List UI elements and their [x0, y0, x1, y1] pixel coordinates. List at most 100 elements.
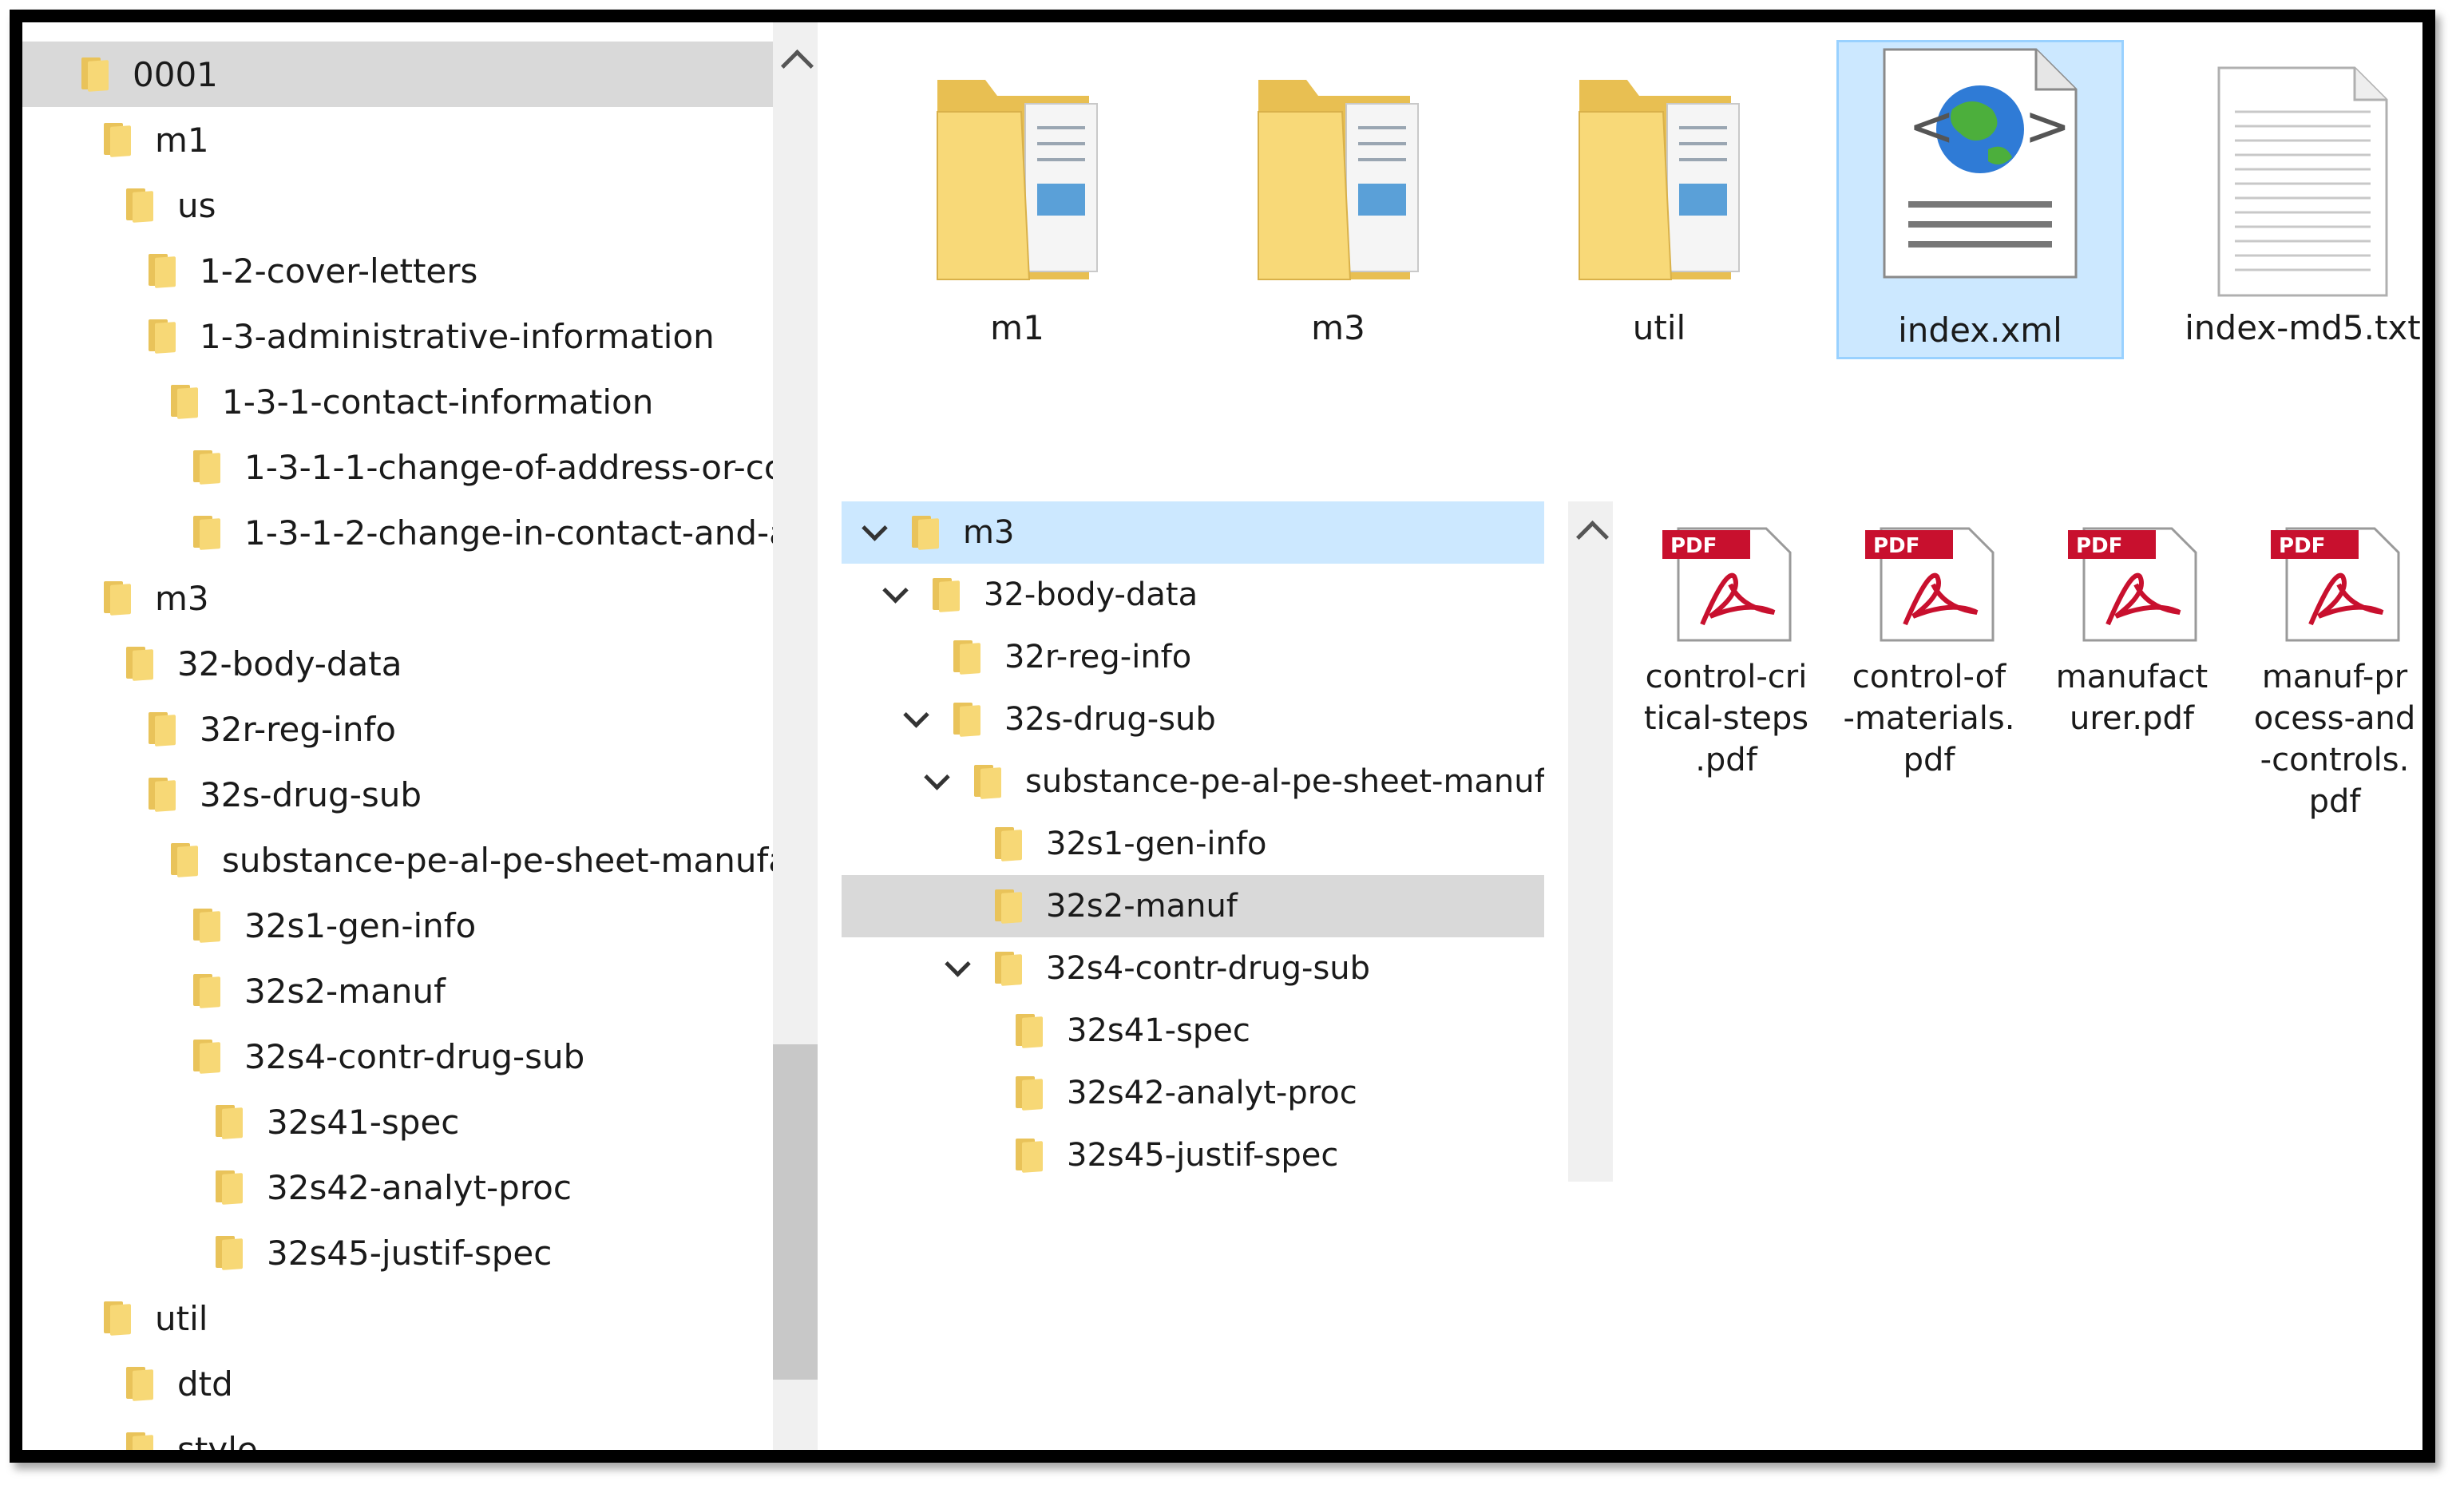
tree-item-administrative-information[interactable]: 1-3-administrative-information — [22, 303, 715, 369]
file-item-manuf-process-and-controls-pdf[interactable]: PDF manuf-pr ocess-and -controls. pdf — [2239, 521, 2422, 840]
folder-icon — [169, 843, 201, 877]
chevron-down-icon[interactable] — [882, 577, 909, 604]
mid-tree-item-32s42-analyt-proc[interactable]: 32s42-analyt-proc — [842, 1062, 1544, 1124]
folder-icon — [931, 578, 963, 612]
tree-item-label: 32s2-manuf — [1046, 888, 1238, 925]
file-item-label: index.xml — [1898, 311, 2062, 350]
folder-icon — [102, 123, 134, 156]
file-item-control-critical-steps-pdf[interactable]: PDF control-cri tical-steps .pdf — [1630, 521, 1822, 840]
xml-globe-file-icon: < > — [1883, 48, 2078, 279]
folder-icon — [192, 974, 224, 1008]
mid-tree-item-m3[interactable]: m3 — [842, 501, 1544, 564]
tree-item-us[interactable]: us — [22, 172, 216, 238]
tree-item-32s41-spec[interactable]: 32s41-spec — [22, 1089, 459, 1154]
file-item-m3[interactable]: m3 — [1194, 40, 1482, 359]
file-item-manufacturer-pdf[interactable]: PDF manufact urer.pdf — [2036, 521, 2228, 840]
tree-item-label: 32s1-gen-info — [1046, 826, 1267, 862]
file-item-label: control-cri tical-steps .pdf — [1643, 659, 1809, 778]
mid-tree-item-32s4-contr-drug-sub[interactable]: 32s4-contr-drug-sub — [842, 937, 1544, 1000]
tree-item-32s42-analyt-proc[interactable]: 32s42-analyt-proc — [22, 1154, 572, 1220]
folder-icon — [147, 319, 179, 353]
mid-tree-item-32s-drug-sub[interactable]: 32s-drug-sub — [842, 688, 1544, 750]
file-item-label: m3 — [1311, 308, 1365, 347]
folder-with-documents-icon — [1579, 80, 1740, 280]
chevron-down-icon[interactable] — [924, 764, 950, 790]
pdf-file-icon: PDF — [1662, 527, 1792, 642]
tree-item-m1[interactable]: m1 — [22, 107, 209, 172]
folder-icon — [993, 889, 1025, 923]
tree-item-32s-drug-sub[interactable]: 32s-drug-sub — [22, 762, 422, 827]
folder-icon — [125, 647, 156, 680]
scrollbar-thumb[interactable] — [773, 1044, 818, 1380]
file-item-m1[interactable]: m1 — [873, 40, 1161, 359]
mid-tree-item-32s41-spec[interactable]: 32s41-spec — [842, 1000, 1544, 1062]
tree-item-util[interactable]: util — [22, 1285, 208, 1351]
tree-item-0001[interactable]: 0001 — [22, 42, 773, 107]
tree-item-m3[interactable]: m3 — [22, 565, 209, 631]
file-item-label: util — [1632, 308, 1686, 347]
tree-item-substance[interactable]: substance-pe-al-pe-sheet-manufac — [22, 827, 807, 893]
m3-expanded-tree: m3 32-body-data 32r-reg-info 32s-drug-su… — [842, 501, 1544, 1182]
tree-item-32s45-justif-spec[interactable]: 32s45-justif-spec — [22, 1220, 552, 1285]
folder-icon — [147, 712, 179, 746]
chevron-down-icon[interactable] — [862, 515, 888, 541]
tree-item-32s1-gen-info[interactable]: 32s1-gen-info — [22, 893, 476, 958]
folder-icon — [214, 1105, 246, 1139]
mid-tree-item-32r-reg-info[interactable]: 32r-reg-info — [842, 626, 1544, 688]
tree-item-cover-letters[interactable]: 1-2-cover-letters — [22, 238, 477, 303]
tree-item-label: 32s2-manuf — [244, 971, 446, 1011]
folder-icon — [993, 827, 1025, 861]
tree-item-32-body-data[interactable]: 32-body-data — [22, 631, 402, 696]
mid-tree-item-32s2-manuf[interactable]: 32s2-manuf — [842, 875, 1544, 937]
folder-icon — [952, 640, 984, 674]
tree-item-label: 32s41-spec — [1067, 1012, 1250, 1049]
tree-item-style[interactable]: style — [22, 1416, 258, 1463]
mid-tree-item-32s45-justif-spec[interactable]: 32s45-justif-spec — [842, 1124, 1544, 1182]
left-tree-scrollbar[interactable] — [773, 22, 818, 1450]
pdf-file-icon: PDF — [1865, 527, 1995, 642]
tree-item-label: style — [177, 1429, 258, 1463]
mid-tree-item-32s1-gen-info[interactable]: 32s1-gen-info — [842, 813, 1544, 875]
file-item-label: manuf-pr ocess-and -controls. pdf — [2253, 659, 2416, 820]
tree-item-32s4-contr-drug-sub[interactable]: 32s4-contr-drug-sub — [22, 1024, 584, 1089]
folder-icon — [1014, 1014, 1046, 1048]
folder-icon — [147, 778, 179, 811]
folder-icon — [910, 516, 942, 549]
mid-tree-scrollbar[interactable] — [1568, 501, 1613, 1182]
screenshot-frame: 0001 m1 us 1-2-cover-letters 1-3-adminis… — [10, 10, 2435, 1463]
pdf-file-icon: PDF — [2068, 527, 2197, 642]
mid-tree-item-substance[interactable]: substance-pe-al-pe-sheet-manufac — [842, 750, 1544, 813]
file-item-index-xml[interactable]: < > index.xml — [1836, 40, 2124, 359]
right-content-area: m1 m3 util < > index.xml index-md5.txt m… — [818, 22, 2422, 1450]
pdf-badge: PDF — [1670, 534, 1717, 558]
file-item-control-of-materials-pdf[interactable]: PDF control-of -materials. pdf — [1833, 521, 2025, 840]
mid-tree-item-32-body-data[interactable]: 32-body-data — [842, 564, 1544, 626]
folder-icon — [1014, 1076, 1046, 1110]
tree-item-label: 1-2-cover-letters — [200, 251, 478, 291]
folder-icon — [192, 909, 224, 942]
tree-item-label: m1 — [155, 120, 209, 160]
file-item-label: index-md5.txt — [2185, 308, 2421, 347]
file-item-label: control-of -materials. pdf — [1843, 659, 2015, 778]
tree-item-32r-reg-info[interactable]: 32r-reg-info — [22, 696, 396, 762]
tree-item-32s2-manuf[interactable]: 32s2-manuf — [22, 958, 446, 1024]
tree-item-label: m3 — [963, 514, 1015, 551]
tree-item-contact-information[interactable]: 1-3-1-contact-information — [22, 369, 653, 434]
tree-item-dtd[interactable]: dtd — [22, 1351, 233, 1416]
chevron-down-icon[interactable] — [945, 951, 971, 977]
scroll-up-icon[interactable] — [1575, 520, 1610, 554]
folder-icon — [214, 1236, 246, 1269]
tree-item-label: 32r-reg-info — [1004, 639, 1192, 675]
folder-icon — [993, 952, 1025, 985]
folder-icon — [214, 1170, 246, 1204]
tree-item-change-of-address[interactable]: 1-3-1-1-change-of-address-or-cc — [22, 434, 782, 500]
tree-item-label: 32r-reg-info — [200, 709, 396, 749]
scroll-up-icon[interactable] — [780, 49, 814, 83]
tree-item-label: 1-3-1-contact-information — [222, 382, 654, 422]
file-item-util[interactable]: util — [1515, 40, 1803, 359]
folder-icon — [125, 1367, 156, 1400]
folder-icon — [192, 450, 224, 484]
file-item-index-md5-txt[interactable]: index-md5.txt — [2159, 40, 2422, 359]
chevron-down-icon[interactable] — [903, 702, 929, 728]
tree-item-change-in-contact[interactable]: 1-3-1-2-change-in-contact-and-a — [22, 500, 790, 565]
